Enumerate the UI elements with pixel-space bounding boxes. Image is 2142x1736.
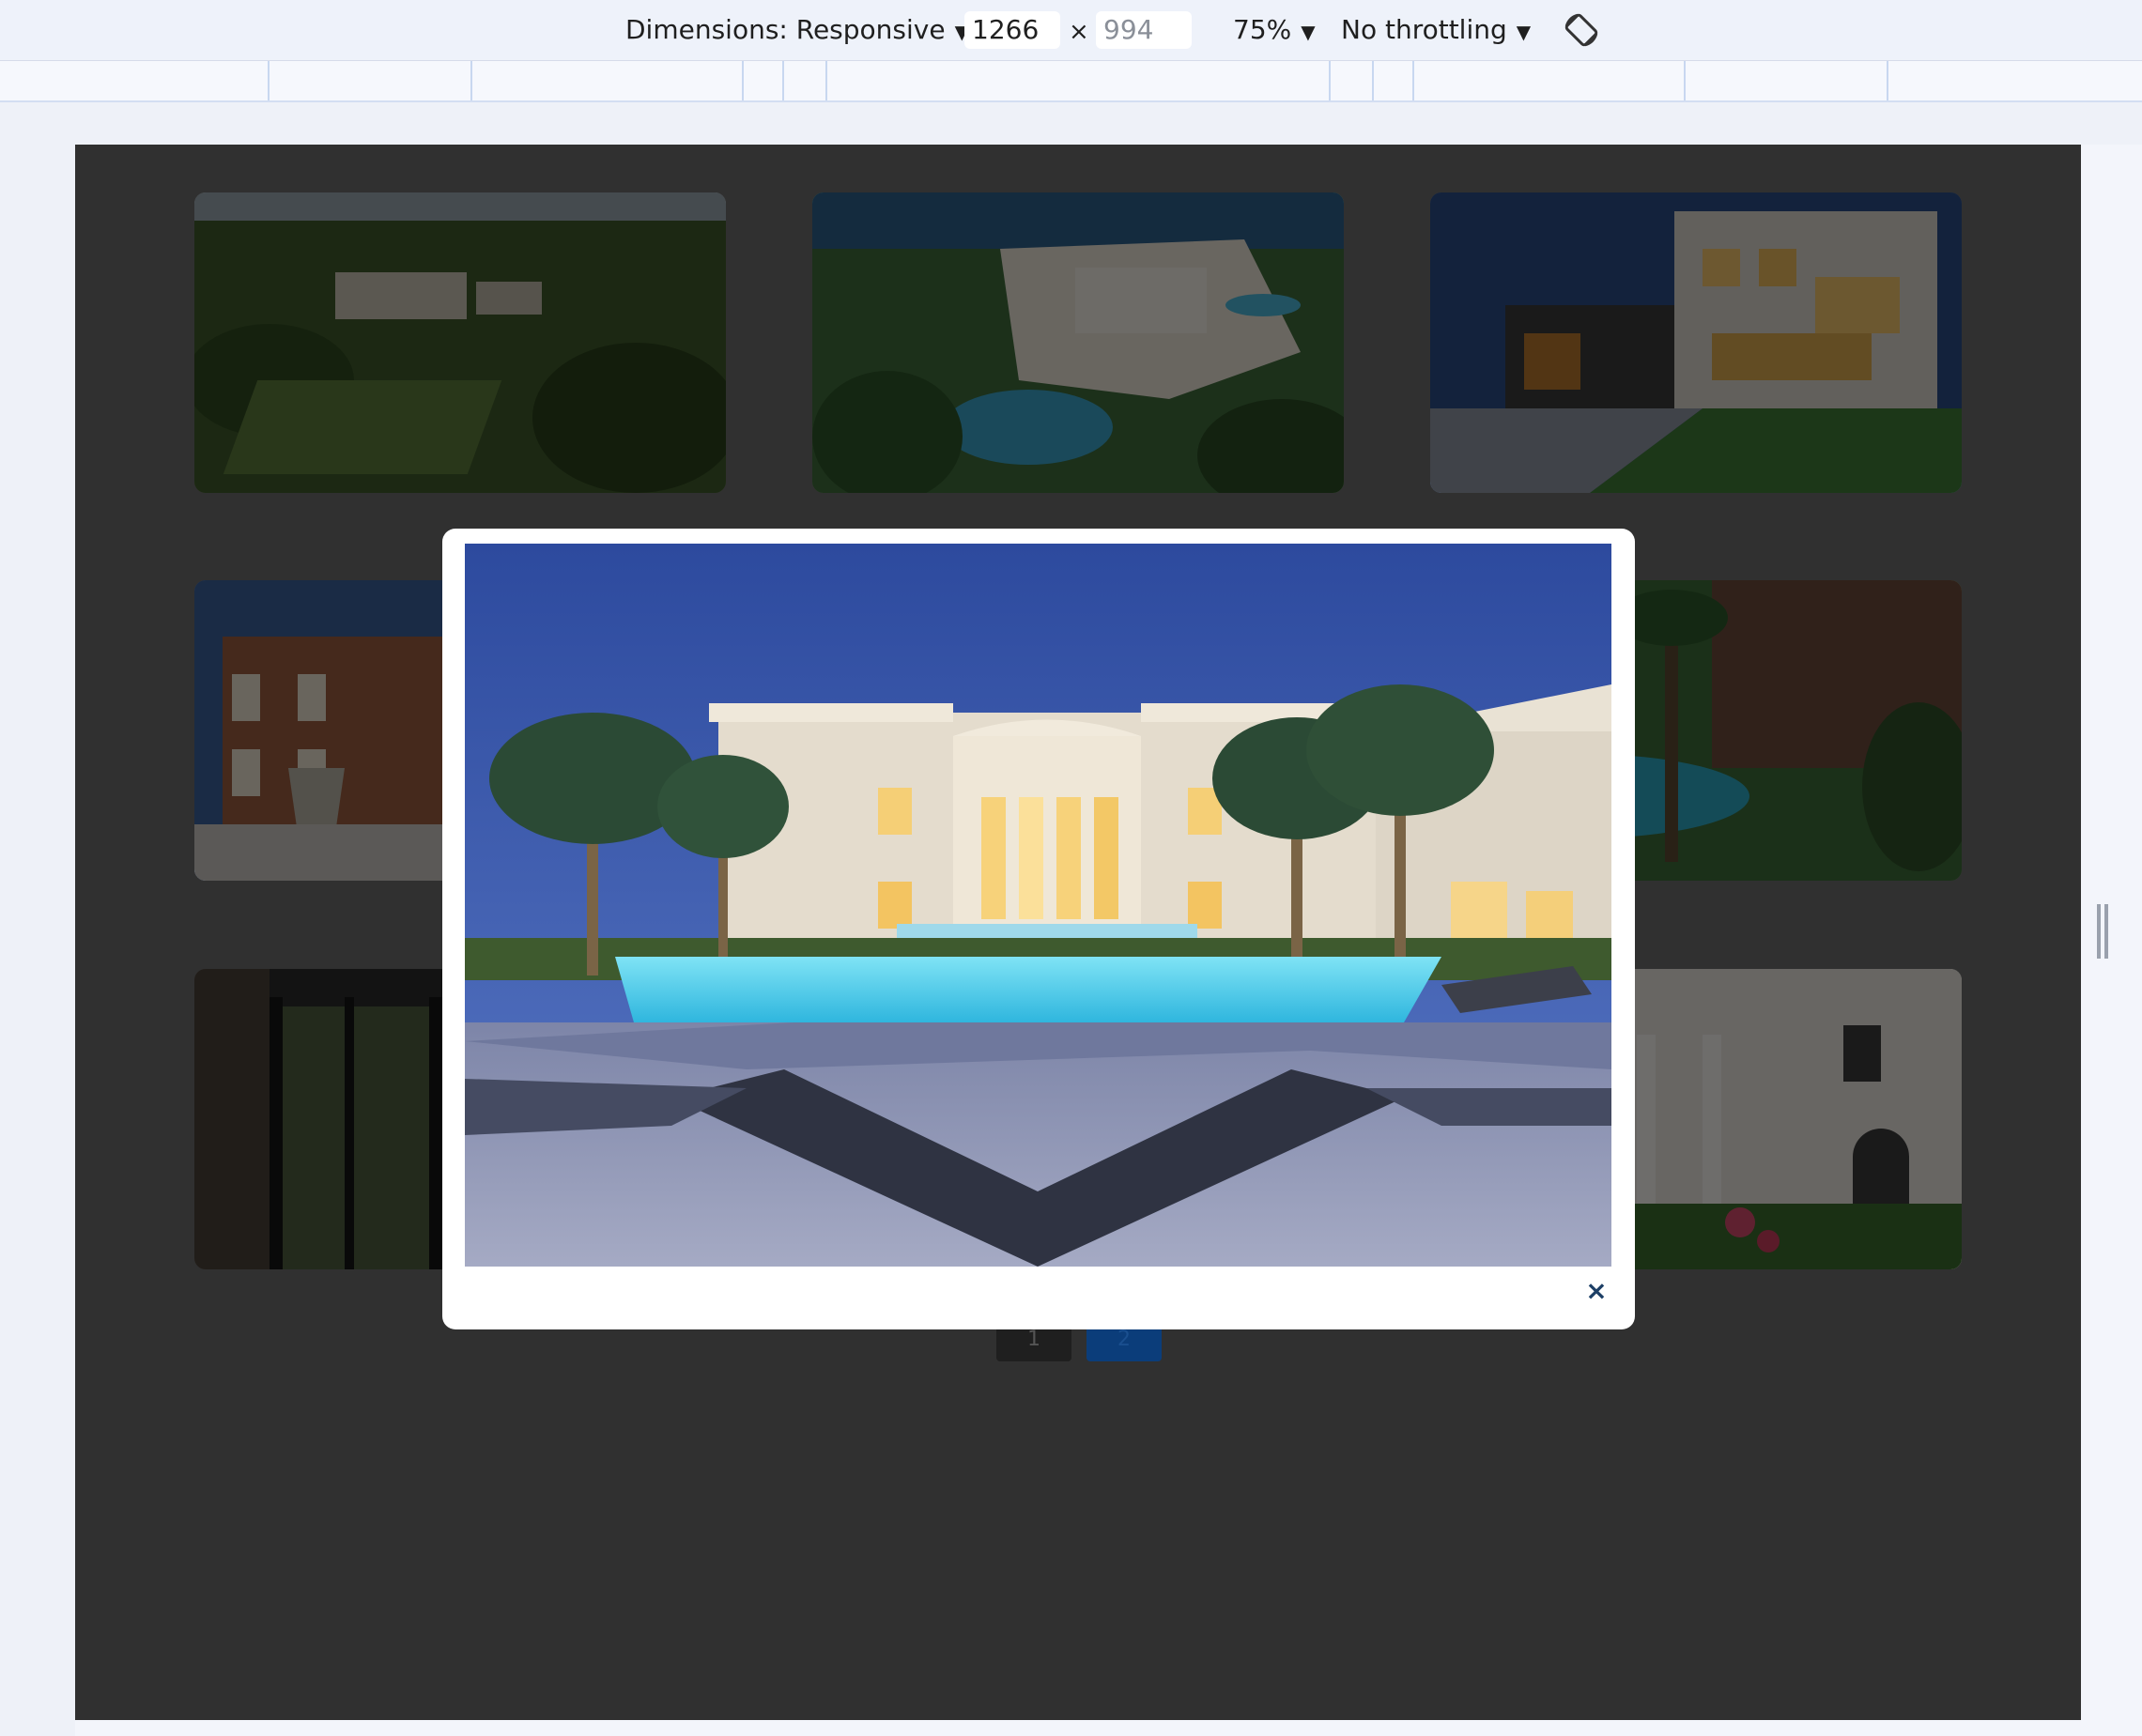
- lightbox-image: [465, 544, 1611, 1267]
- width-input[interactable]: 1266: [964, 11, 1060, 49]
- throttling-label: No throttling: [1341, 14, 1507, 45]
- devtools-device-toolbar: Dimensions: Responsive ▼ 1266 × 994 75% ▼ …: [0, 0, 2142, 61]
- resize-handle[interactable]: [2097, 904, 2101, 959]
- rotate-icon[interactable]: [1561, 9, 1602, 51]
- height-input[interactable]: 994: [1096, 11, 1192, 49]
- gallery-card-modern-villa-night[interactable]: [1430, 192, 1962, 493]
- viewport-bottom-strip: [75, 1720, 2081, 1736]
- zoom-dropdown[interactable]: 75% ▼: [1233, 13, 1316, 49]
- dimensions-dropdown[interactable]: Dimensions: Responsive ▼: [625, 13, 969, 49]
- times-symbol: ×: [1069, 18, 1089, 46]
- dimensions-label: Dimensions: Responsive: [625, 14, 946, 45]
- chevron-down-icon: ▼: [1301, 21, 1316, 43]
- gallery-card-mansion-pool-aerial[interactable]: [812, 192, 1344, 493]
- close-icon[interactable]: ×: [1582, 1277, 1610, 1305]
- zoom-label: 75%: [1233, 14, 1292, 45]
- lightbox-modal: ×: [442, 529, 1635, 1329]
- media-query-ruler[interactable]: [0, 61, 2142, 102]
- chevron-down-icon: ▼: [1516, 21, 1532, 43]
- throttling-dropdown[interactable]: No throttling ▼: [1341, 13, 1531, 49]
- viewport-right-gutter: [2081, 145, 2142, 1736]
- gallery-card-estate-aerial[interactable]: [194, 192, 726, 493]
